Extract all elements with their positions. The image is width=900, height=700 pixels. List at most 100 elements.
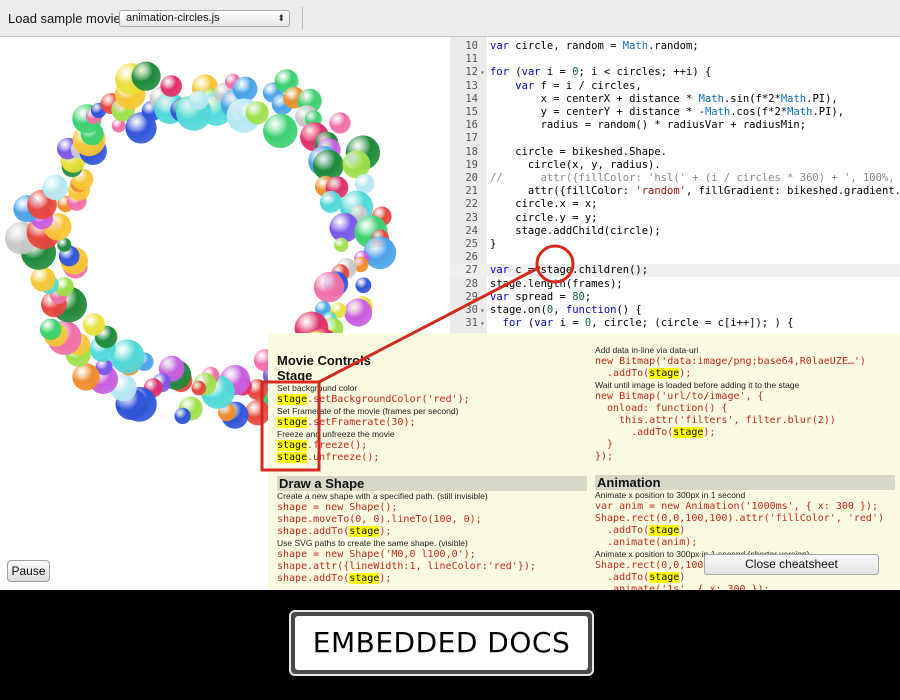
code-line[interactable]: 21 attr({fillColor: 'random', fillGradie…: [450, 185, 900, 198]
doc-description: Add data in-line via data-uri: [595, 345, 699, 355]
code-text: attr({fillColor: 'random', fillGradient:…: [490, 185, 900, 198]
code-line[interactable]: 11: [450, 53, 900, 66]
doc-description: Set Framerate of the movie (frames per s…: [277, 406, 459, 416]
doc-description: Animate x position to 300px in 1 second: [595, 490, 746, 500]
cheatsheet-left-column: Movie Controls Stage Set background color s…: [277, 353, 587, 585]
cheatsheet-panel: Movie Controls Stage Set background color s…: [268, 333, 900, 590]
line-number: 12: [465, 66, 478, 79]
line-number: 25: [465, 238, 478, 250]
code-text: for (var i = 0, circle; (circle = c[i++]…: [502, 317, 794, 330]
doc-code-line: this.attr('filters', filter.blur(2)): [595, 415, 836, 426]
line-number: 23: [465, 211, 478, 224]
code-text: var f = i / circles,: [515, 79, 642, 92]
doc-heading: Draw a Shape: [277, 476, 587, 491]
doc-code-line: .animate(anim);: [595, 537, 698, 548]
code-line[interactable]: 22 circle.x = x;: [450, 198, 900, 211]
fold-arrow-icon[interactable]: ▾: [480, 317, 485, 330]
doc-code-line: shape.attr({lineWidth:1, lineColor:'red'…: [277, 561, 536, 572]
code-editor[interactable]: 10 var circle, random = Math.random; 11 12 ▾…: [450, 37, 900, 334]
animated-circle: [39, 318, 62, 341]
code-line[interactable]: 28 stage.length(frames);: [450, 278, 900, 291]
animated-circle: [334, 237, 349, 252]
code-text: stage.addChild(circle);: [490, 224, 661, 237]
sample-movie-select[interactable]: animation-circles.js ⬍: [119, 10, 290, 27]
line-number: 27: [465, 264, 478, 277]
doc-code-line: onload: function() {: [595, 403, 728, 414]
doc-description: Set background color: [277, 383, 358, 393]
animated-circle: [355, 277, 372, 294]
code-text: // attr({fillColor: 'hsl(' + (i / circle…: [490, 172, 900, 184]
code-line[interactable]: 14 x = centerX + distance * Math.sin(f*2…: [450, 93, 900, 106]
code-line[interactable]: 20 // attr({fillColor: 'hsl(' + (i / circ…: [450, 172, 900, 185]
doc-code-line: stage.setBackgroundColor('red');: [277, 394, 470, 405]
animated-circle: [131, 61, 161, 91]
fold-arrow-icon[interactable]: ▾: [480, 304, 485, 317]
code-text: for (var i = 0; i < circles; ++i) {: [490, 66, 712, 79]
code-line[interactable]: 13 var f = i / circles,: [450, 80, 900, 93]
line-number: 11: [465, 53, 478, 66]
doc-code-line: new Bitmap('url/to/image', {: [595, 391, 764, 402]
line-number: 10: [465, 40, 478, 52]
code-text: var spread = 80;: [490, 290, 592, 303]
code-text: radius = random() * radiusVar + radiusMi…: [490, 119, 807, 132]
code-line[interactable]: 10 var circle, random = Math.random;: [450, 40, 900, 53]
animated-circle: [110, 339, 145, 374]
code-line[interactable]: 31 ▾ for (var i = 0, circle; (circle = c[…: [450, 317, 900, 330]
line-number: 30: [465, 304, 478, 316]
doc-code-line: });: [595, 451, 614, 462]
animated-circle: [72, 363, 100, 391]
animated-circle: [30, 266, 56, 292]
code-line[interactable]: 12 ▾ for (var i = 0; i < circles; ++i) {: [450, 66, 900, 79]
line-number: 16: [465, 119, 478, 132]
code-line[interactable]: 16 radius = random() * radiusVar + radiu…: [450, 119, 900, 132]
animated-circle: [232, 76, 258, 102]
code-text: y = centerY + distance * -Math.cos(f*2*M…: [490, 106, 845, 118]
animated-circle: [174, 407, 191, 425]
doc-code-line: shape.moveTo(0, 0).lineTo(100, 0);: [277, 514, 482, 525]
doc-code-line: .addTo(stage): [595, 525, 686, 536]
doc-description: Create a new shape with a specified path…: [277, 491, 488, 501]
doc-code-line: shape.addTo(stage);: [277, 526, 392, 537]
doc-code-line: shape.addTo(stage);: [277, 573, 392, 584]
code-line[interactable]: 15 y = centerY + distance * -Math.cos(f*…: [450, 106, 900, 119]
animated-circle: [191, 380, 207, 396]
code-line[interactable]: 29 var spread = 80;: [450, 291, 900, 304]
animated-circle: [363, 236, 397, 270]
animated-circle: [244, 399, 271, 426]
doc-heading: Stage: [277, 368, 313, 383]
doc-code-line: Shape.rect(0,0,100,100).attr('fillColor'…: [595, 513, 884, 524]
doc-code-line: var anim = new Animation('1000ms', { x: …: [595, 501, 878, 512]
close-cheatsheet-button[interactable]: Close cheatsheet: [704, 554, 879, 575]
line-number: 15: [465, 106, 478, 118]
code-line[interactable]: 24 stage.addChild(circle);: [450, 225, 900, 238]
fold-arrow-icon[interactable]: ▾: [480, 66, 485, 79]
code-text: x = centerX + distance * Math.sin(f*2*Ma…: [490, 92, 838, 105]
line-number: 19: [465, 158, 478, 171]
code-text: circle(x, y, radius).: [490, 158, 661, 171]
animated-circle: [319, 190, 342, 213]
caption-box: EMBEDDED DOCS: [289, 610, 594, 676]
doc-code-line: .addTo(stage);: [595, 427, 716, 438]
load-sample-label: Load sample movie:: [8, 11, 125, 26]
code-line[interactable]: 27 var c = stage.children();: [450, 264, 900, 278]
animated-circle: [189, 90, 209, 110]
line-number: 26: [465, 251, 478, 264]
animated-circle: [313, 271, 345, 303]
code-line[interactable]: 26: [450, 251, 900, 264]
code-text: }: [490, 238, 497, 250]
pause-button[interactable]: Pause: [7, 560, 50, 582]
code-line[interactable]: 25}: [450, 238, 900, 251]
code-line[interactable]: 23 circle.y = y;: [450, 212, 900, 225]
line-number: 17: [465, 132, 478, 145]
line-number: 29: [465, 290, 478, 303]
code-line[interactable]: 17: [450, 132, 900, 145]
animated-circle: [42, 174, 69, 201]
code-line[interactable]: 19 circle(x, y, radius).: [450, 159, 900, 172]
doc-heading: Movie Controls: [277, 353, 371, 368]
code-text: var c = stage.children();: [490, 264, 649, 277]
doc-code-line: stage.unfreeze();: [277, 452, 380, 463]
code-line[interactable]: 18 circle = bikeshed.Shape.: [450, 146, 900, 159]
code-line[interactable]: 30 ▾ stage.on(0, function() {: [450, 304, 900, 317]
